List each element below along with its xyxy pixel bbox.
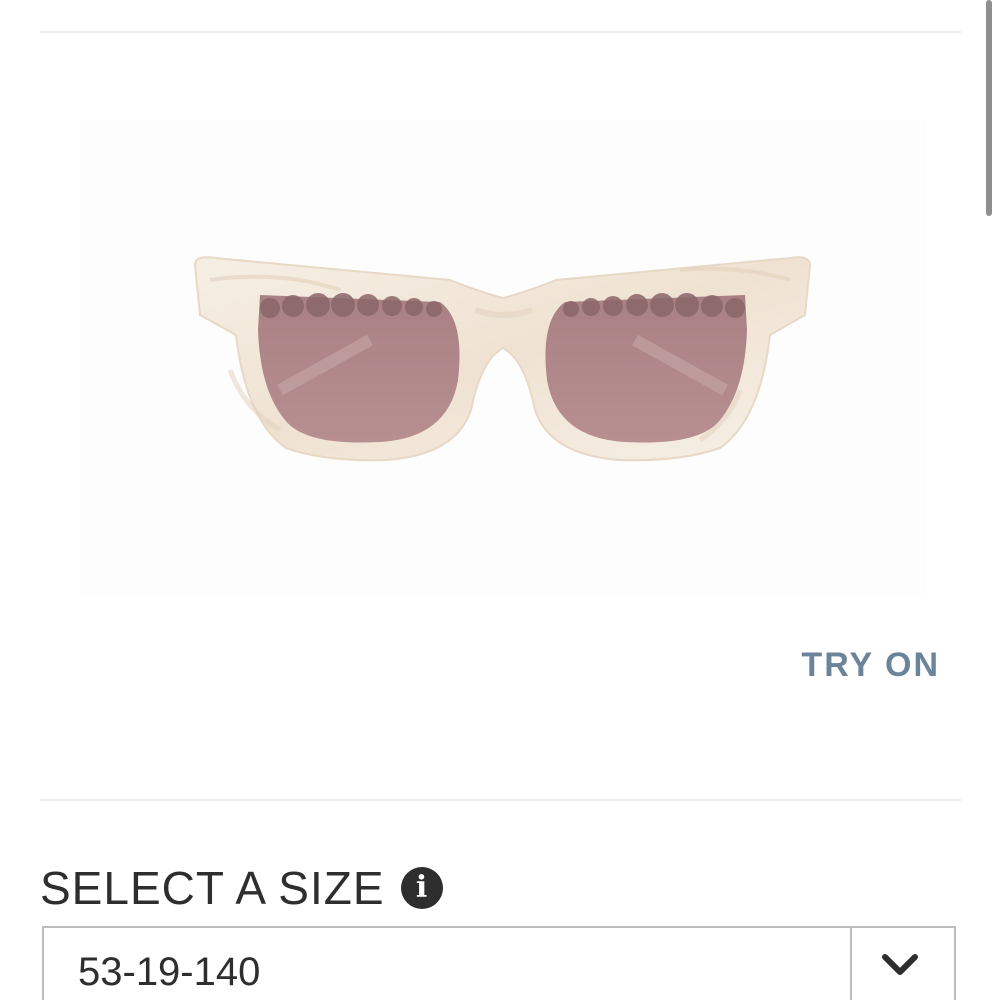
size-heading: SELECT A SIZE i <box>40 860 443 916</box>
top-divider <box>40 31 961 33</box>
product-page: TRY ON SELECT A SIZE i 53-19-140 <box>0 0 1000 1000</box>
select-divider <box>850 928 852 1000</box>
size-select[interactable]: 53-19-140 <box>42 926 956 1000</box>
chevron-down-icon[interactable] <box>880 950 920 980</box>
info-icon[interactable]: i <box>400 867 443 909</box>
right-lens <box>545 295 747 443</box>
size-heading-label: SELECT A SIZE <box>40 862 385 914</box>
left-lens <box>258 295 460 443</box>
sunglasses-illustration <box>193 256 812 462</box>
scrollbar[interactable] <box>986 0 992 216</box>
try-on-button[interactable]: TRY ON <box>801 646 940 685</box>
product-image[interactable] <box>80 120 925 595</box>
size-select-value: 53-19-140 <box>78 950 261 994</box>
section-divider <box>40 799 961 801</box>
